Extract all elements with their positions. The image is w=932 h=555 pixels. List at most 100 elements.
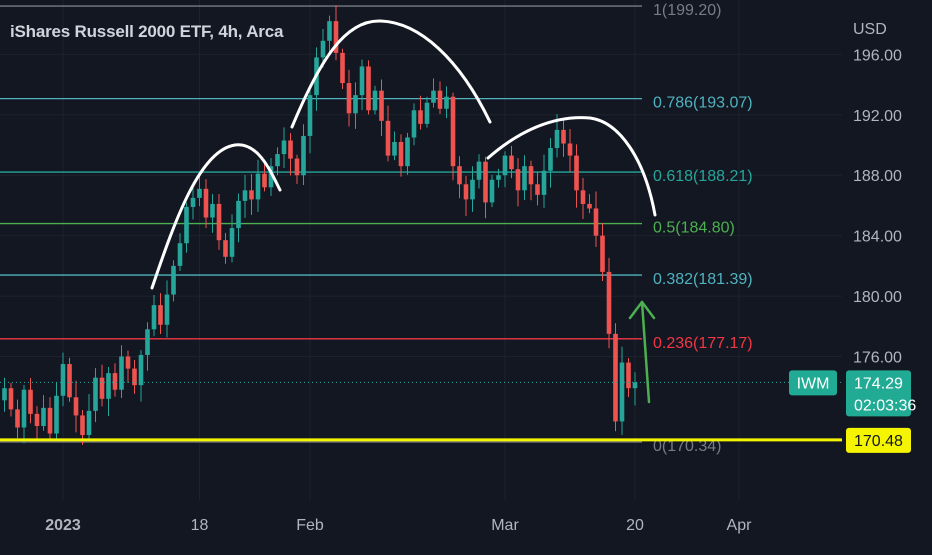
candle-body (470, 179, 475, 200)
candle-body (463, 184, 469, 200)
candle-body (580, 190, 586, 204)
candle-body (502, 155, 508, 176)
candle-body (515, 169, 521, 191)
candle-body (619, 362, 625, 422)
x-tick-label: Apr (727, 517, 753, 534)
y-tick-label: 196.00 (853, 47, 902, 64)
y-tick-label: 192.00 (853, 108, 902, 125)
chart-area[interactable]: 1(199.20) 0.786(193.07) 0.618(188.21) 0.5(1… (0, 0, 932, 550)
y-tick-label: 184.00 (853, 229, 902, 246)
candle-body (229, 228, 235, 257)
candle-body (327, 21, 332, 41)
candle-body (587, 203, 592, 209)
candle-body (242, 190, 248, 201)
candle-body (145, 329, 150, 355)
x-tick-label: 20 (626, 517, 644, 534)
candle-body (340, 52, 345, 84)
candle-body (379, 90, 384, 121)
candle-body (353, 95, 358, 114)
candle-body (476, 161, 482, 180)
candle-body (164, 294, 170, 325)
candle-body (398, 141, 404, 167)
candle-body (528, 166, 534, 185)
candle-body (21, 389, 27, 428)
horizontal-line-tag-label: 170.48 (854, 433, 903, 450)
candle-body (28, 389, 33, 414)
last-price-value: 174.29 (854, 375, 903, 392)
candle-body (223, 240, 228, 257)
candle-body (73, 397, 79, 416)
candle-body (151, 305, 157, 330)
candle-body (450, 96, 456, 167)
candle-body (8, 388, 14, 410)
candle-body (203, 188, 209, 218)
candle-body (99, 377, 105, 399)
candle-body (34, 413, 40, 426)
candle-body (567, 143, 573, 156)
candle-body (281, 140, 287, 155)
candle-body (125, 356, 131, 369)
candle-body (418, 110, 423, 124)
y-tick-label: 180.00 (853, 289, 902, 306)
candlestick-chart[interactable]: 1(199.20) 0.786(193.07) 0.618(188.21) 0.5(1… (0, 0, 932, 550)
candle-body (197, 188, 202, 198)
price-axis[interactable] (842, 0, 932, 550)
candle-body (632, 382, 638, 389)
candle-body (106, 373, 111, 399)
candle-body (41, 407, 46, 426)
candle-body (346, 83, 352, 114)
candle-body (457, 166, 462, 185)
candle-body (554, 129, 560, 149)
y-tick-label: 188.00 (853, 168, 902, 185)
candle-body (366, 66, 371, 111)
candle-body (385, 120, 391, 156)
candle-body (405, 137, 410, 167)
fib-level-label: 1(199.20) (653, 2, 722, 19)
candle-body (444, 96, 449, 109)
candle-body (2, 388, 7, 401)
candle-body (509, 155, 514, 170)
chart-title: iShares Russell 2000 ETF, 4h, Arca (10, 22, 284, 41)
candle-body (301, 135, 306, 176)
candle-body (541, 170, 547, 195)
candle-body (431, 90, 436, 103)
candle-body (561, 129, 566, 144)
candle-body (593, 208, 599, 236)
candle-body (262, 173, 267, 188)
candle-body (112, 373, 118, 390)
candle-body (177, 243, 183, 266)
candle-body (67, 364, 72, 398)
candle-body (606, 271, 612, 334)
candle-body (275, 154, 280, 167)
fib-level-label: 0.5(184.80) (653, 220, 735, 237)
candle-body (307, 95, 313, 136)
candle-body (138, 354, 144, 386)
candle-body (600, 235, 605, 272)
candle-body (574, 155, 579, 191)
candle-body (535, 184, 540, 195)
time-axis[interactable] (0, 500, 842, 550)
candle-body (548, 148, 553, 171)
fib-level-label: 0.236(177.17) (653, 335, 753, 352)
candle-body (47, 407, 53, 434)
candle-body (93, 377, 98, 411)
bar-countdown: 02:03:36 (854, 397, 916, 414)
fib-level-label: 0.786(193.07) (653, 95, 753, 112)
candle-body (210, 203, 215, 218)
candle-body (184, 206, 189, 244)
candle-body (372, 90, 378, 111)
candle-body (54, 395, 59, 434)
currency-label: USD (853, 21, 887, 38)
candle-body (80, 415, 85, 436)
candle-body (522, 166, 527, 191)
candle-body (613, 333, 618, 422)
candle-body (119, 356, 124, 390)
candle-body (249, 190, 254, 200)
fib-level-label: 0.382(181.39) (653, 271, 753, 288)
fib-level-label: 0.618(188.21) (653, 168, 753, 185)
candle-body (437, 90, 443, 109)
candle-body (171, 265, 176, 295)
candle-body (359, 66, 365, 96)
candle-body (236, 200, 241, 229)
candle-body (626, 362, 631, 389)
